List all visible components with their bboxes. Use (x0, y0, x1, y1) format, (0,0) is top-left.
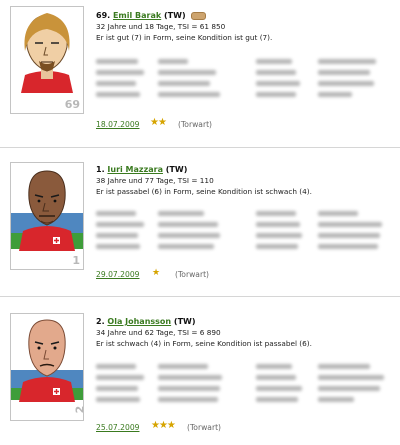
skills-row (96, 67, 392, 78)
star-rating-icon: ★★★ (151, 420, 176, 431)
skills-row (96, 89, 392, 100)
last-match-date-link[interactable]: 18.07.2009 (96, 120, 139, 129)
skills-row (96, 56, 392, 67)
star-rating-icon: ★ (152, 268, 160, 278)
player-age-tsi: 32 Jahre und 18 Tage, TSI = 61 850 (96, 22, 226, 31)
player-age-tsi: 34 Jahre und 62 Tage, TSI = 6 890 (96, 328, 221, 337)
player-name-link[interactable]: Iuri Mazzara (107, 165, 163, 174)
player-form: Er ist schwach (4) in Form, seine Kondit… (96, 339, 312, 348)
player-photo[interactable]: 1 (10, 162, 84, 270)
player-info: 69. Emil Barak (TW) 32 Jahre und 18 Tage… (96, 10, 272, 43)
match-position-label: (Torwart) (187, 423, 222, 432)
player-photo[interactable]: 2 (10, 313, 84, 421)
player-rank: 1. (96, 165, 105, 174)
shirt-number: 1 (72, 254, 80, 267)
blurred-skills-table (96, 208, 392, 252)
skills-row (96, 78, 392, 89)
player-title: 2. Ola Johansson (TW) (96, 316, 312, 327)
skills-row (96, 383, 392, 394)
player-card: 2 2. Ola Johansson (TW) 34 Jahre und 62 … (0, 297, 400, 445)
player-info: 1. Iuri Mazzara (TW) 38 Jahre und 77 Tag… (96, 164, 312, 197)
match-position-label: (Torwart) (178, 120, 213, 129)
player-card: 69 69. Emil Barak (TW) 32 Jahre und 18 T… (0, 0, 400, 140)
skills-row (96, 241, 392, 252)
star-rating-icon: ★★ (150, 117, 167, 128)
skills-row (96, 219, 392, 230)
player-rank: 2. (96, 317, 105, 326)
player-title: 1. Iuri Mazzara (TW) (96, 164, 312, 175)
player-position-code: (TW) (165, 165, 188, 174)
player-info: 2. Ola Johansson (TW) 34 Jahre und 62 Ta… (96, 316, 312, 349)
shirt-number: 69 (64, 98, 80, 111)
skills-row (96, 230, 392, 241)
last-match-date-link[interactable]: 25.07.2009 (96, 423, 139, 432)
player-rank: 69. (96, 11, 111, 20)
player-age-tsi: 38 Jahre und 77 Tage, TSI = 110 (96, 176, 214, 185)
bandage-icon (191, 11, 207, 20)
skills-row (96, 208, 392, 219)
player-form: Er ist gut (7) in Form, seine Kondition … (96, 33, 273, 42)
skills-row (96, 372, 392, 383)
player-form: Er ist passabel (6) in Form, seine Kondi… (96, 187, 312, 196)
player-photo[interactable]: 69 (10, 6, 84, 114)
skills-row (96, 361, 392, 372)
player-title: 69. Emil Barak (TW) (96, 10, 272, 21)
player-card: 1 1. Iuri Mazzara (TW) 38 Jahre und 77 T… (0, 148, 400, 294)
player-position-code: (TW) (164, 11, 186, 20)
blurred-skills-table (96, 56, 392, 100)
shirt-number: 2 (74, 406, 83, 414)
blurred-skills-table (96, 361, 392, 405)
player-position-code: (TW) (173, 317, 196, 326)
player-portrait (11, 314, 83, 420)
last-match-date-link[interactable]: 29.07.2009 (96, 270, 139, 279)
player-name-link[interactable]: Ola Johansson (107, 317, 171, 326)
player-name-link[interactable]: Emil Barak (113, 11, 161, 20)
match-position-label: (Torwart) (175, 270, 210, 279)
skills-row (96, 394, 392, 405)
